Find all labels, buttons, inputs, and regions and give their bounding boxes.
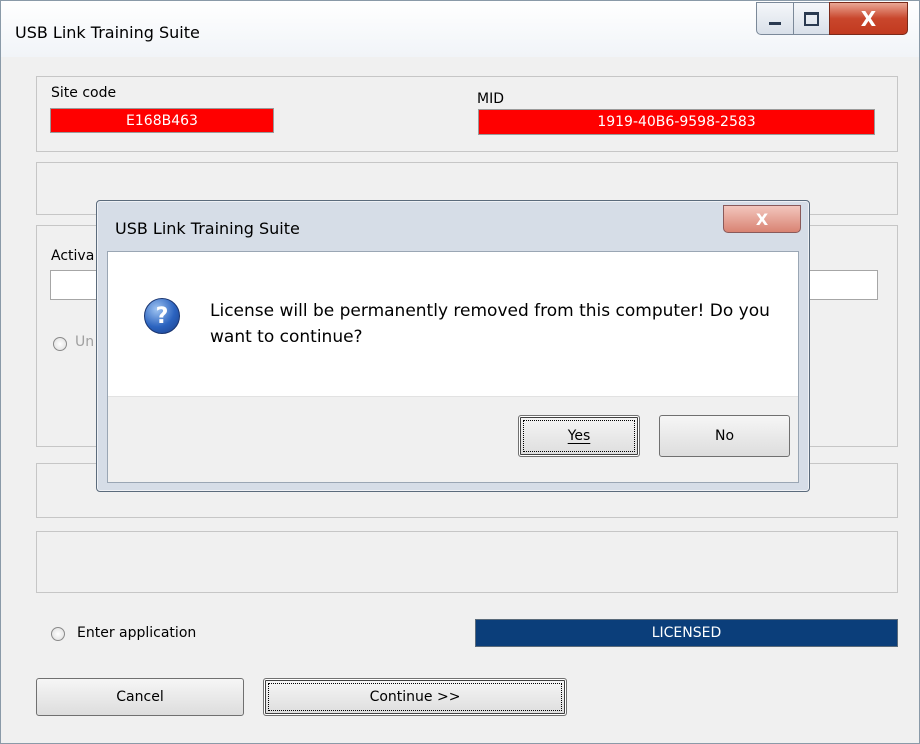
window-title: USB Link Training Suite: [15, 23, 200, 42]
mid-label: MID: [477, 91, 504, 107]
no-button[interactable]: No: [659, 415, 790, 457]
maximize-icon: [804, 11, 819, 26]
continue-button[interactable]: Continue >>: [263, 678, 567, 716]
uninstall-radio-label: Un: [75, 334, 95, 350]
close-button[interactable]: X: [829, 2, 908, 35]
confirm-dialog: USB Link Training Suite X ? License will…: [96, 200, 810, 492]
continue-button-label: Continue >>: [369, 689, 461, 705]
site-code-label: Site code: [51, 85, 117, 101]
yes-button-label: Yes: [567, 428, 591, 444]
title-bar[interactable]: USB Link Training Suite X: [1, 1, 919, 57]
no-button-label: No: [714, 428, 735, 444]
question-icon: ?: [144, 298, 180, 334]
site-info-group: Site code E168B463 MID 1919-40B6-9598-25…: [36, 76, 898, 152]
maximize-button[interactable]: [793, 2, 830, 35]
yes-button[interactable]: Yes: [518, 415, 640, 457]
close-icon: X: [860, 6, 877, 31]
close-icon: X: [755, 209, 769, 229]
dialog-footer: Yes No: [108, 396, 798, 482]
enter-application-label: Enter application: [77, 625, 197, 641]
site-code-field[interactable]: E168B463: [50, 108, 274, 133]
info-group-3: [36, 531, 898, 593]
dialog-body: ? License will be permanently removed fr…: [107, 251, 799, 483]
license-status-bar: LICENSED: [475, 619, 898, 647]
minimize-button[interactable]: [756, 2, 794, 35]
cancel-button[interactable]: Cancel: [36, 678, 244, 716]
minimize-icon: [769, 22, 781, 25]
dialog-message: License will be permanently removed from…: [210, 301, 770, 347]
activation-label: Activa: [51, 248, 95, 264]
enter-application-radio[interactable]: [51, 627, 65, 641]
dialog-title: USB Link Training Suite: [115, 219, 300, 238]
mid-field[interactable]: 1919-40B6-9598-2583: [478, 109, 875, 135]
uninstall-radio[interactable]: [53, 337, 67, 351]
dialog-close-button[interactable]: X: [723, 205, 801, 233]
